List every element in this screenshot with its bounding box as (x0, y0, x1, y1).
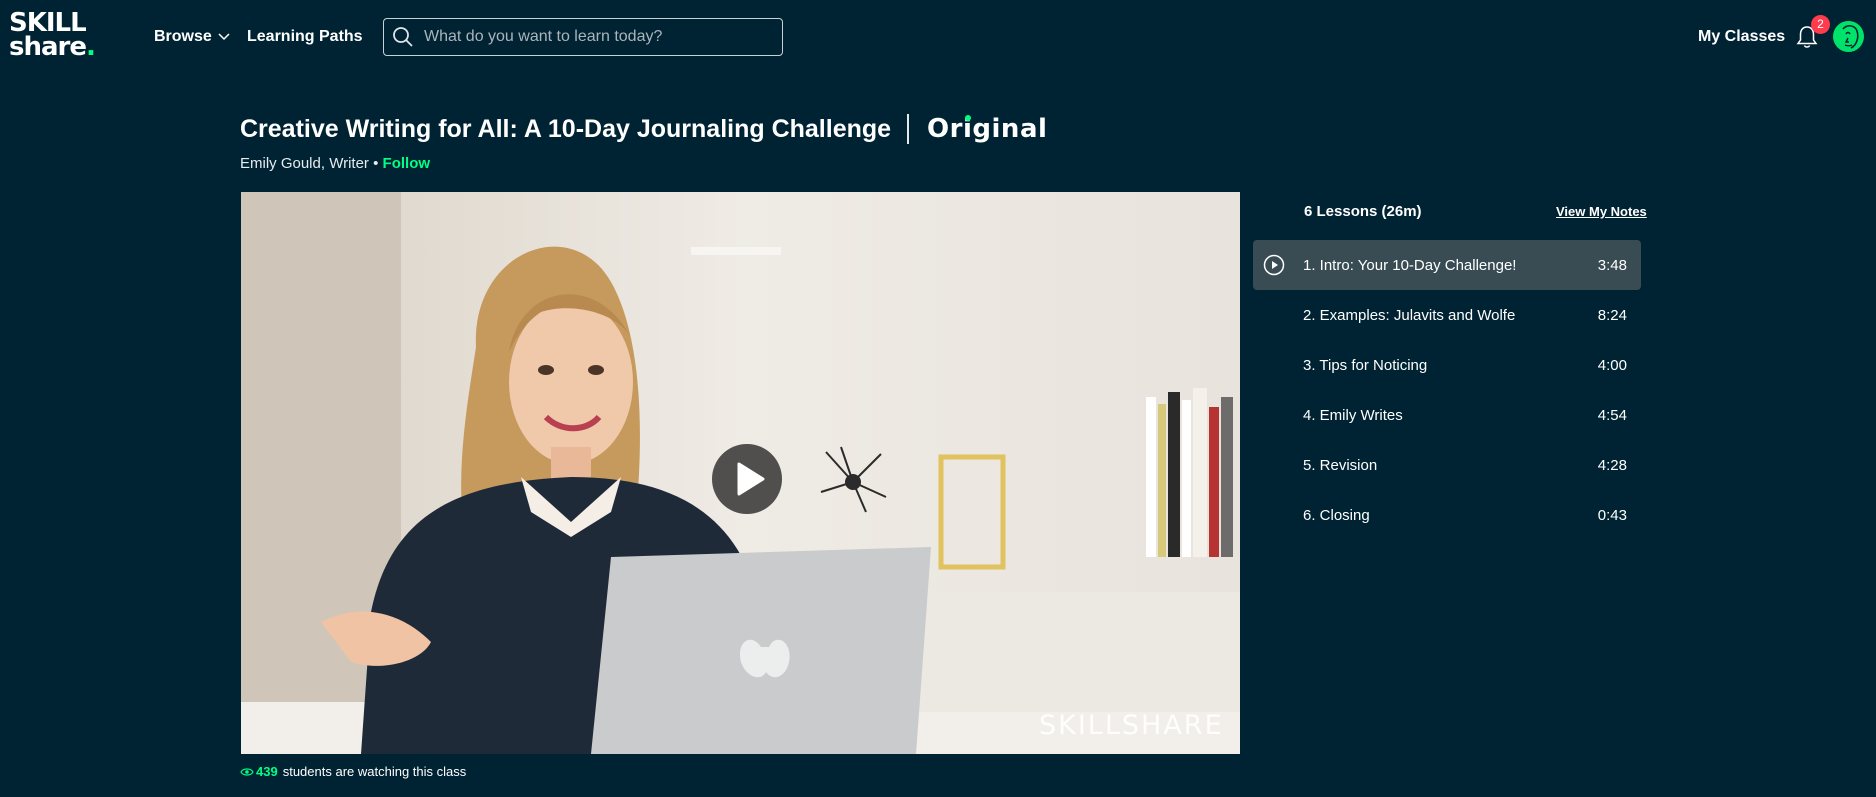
logo-line-2: share (9, 32, 87, 62)
my-classes-link[interactable]: My Classes (1698, 28, 1785, 46)
instructor-byline: Emily Gould, Writer • Follow (240, 155, 430, 172)
lesson-duration: 3:48 (1597, 256, 1627, 274)
lesson-duration: 4:00 (1597, 356, 1627, 374)
original-badge: Ori ginal (927, 114, 1048, 144)
video-watermark: SKILLSHARE (1039, 710, 1224, 741)
lesson-duration: 8:24 (1597, 306, 1627, 324)
lesson-title: 5. Revision (1303, 456, 1378, 474)
title-divider (907, 114, 910, 144)
eye-icon (240, 767, 254, 776)
view-notes-link[interactable]: View My Notes (1556, 204, 1647, 219)
play-button[interactable] (712, 444, 782, 514)
class-title-row: Creative Writing for All: A 10-Day Journ… (240, 114, 1047, 144)
lesson-duration: 4:54 (1597, 406, 1627, 424)
lesson-item-1[interactable]: 1. Intro: Your 10-Day Challenge! 3:48 (1253, 240, 1641, 290)
browse-label: Browse (154, 28, 212, 45)
lesson-title: 4. Emily Writes (1303, 406, 1403, 424)
user-avatar[interactable] (1833, 21, 1864, 52)
lesson-item-6[interactable]: 6. Closing 0:43 (1253, 490, 1641, 540)
lesson-item-2[interactable]: 2. Examples: Julavits and Wolfe 8:24 (1253, 290, 1641, 340)
watcher-count: 439 (256, 764, 278, 779)
lesson-title: 3. Tips for Noticing (1303, 356, 1428, 374)
lesson-duration: 0:43 (1597, 506, 1627, 524)
avatar-face-icon (1842, 25, 1859, 49)
play-icon (737, 462, 765, 496)
search-bar[interactable] (383, 18, 783, 56)
lesson-item-3[interactable]: 3. Tips for Noticing 4:00 (1253, 340, 1641, 390)
browse-menu[interactable]: Browse (154, 28, 230, 46)
play-circle-icon (1263, 254, 1285, 276)
chevron-down-icon (218, 33, 230, 41)
search-input[interactable] (422, 27, 766, 47)
lesson-title: 6. Closing (1303, 506, 1370, 524)
class-title: Creative Writing for All: A 10-Day Journ… (240, 114, 892, 143)
watcher-text: students are watching this class (282, 764, 467, 779)
learning-paths-link[interactable]: Learning Paths (247, 28, 363, 46)
search-icon (393, 27, 413, 47)
green-dot-icon (964, 115, 971, 121)
instructor-name[interactable]: Emily Gould, Writer (240, 155, 369, 172)
lesson-duration: 4:28 (1597, 456, 1627, 474)
follow-button[interactable]: Follow (383, 155, 431, 172)
original-letter-i: i (962, 114, 973, 144)
lesson-item-4[interactable]: 4. Emily Writes 4:54 (1253, 390, 1641, 440)
lessons-heading: 6 Lessons (26m) (1304, 203, 1422, 220)
live-watchers: 439 students are watching this class (240, 764, 466, 779)
byline-separator: • (373, 155, 379, 172)
lesson-title: 1. Intro: Your 10-Day Challenge! (1303, 256, 1517, 274)
lesson-item-5[interactable]: 5. Revision 4:28 (1253, 440, 1641, 490)
lesson-title: 2. Examples: Julavits and Wolfe (1303, 306, 1516, 324)
logo-dot: . (86, 32, 96, 62)
skillshare-logo[interactable]: SKILL share. (9, 10, 96, 62)
notification-badge: 2 (1811, 15, 1830, 34)
